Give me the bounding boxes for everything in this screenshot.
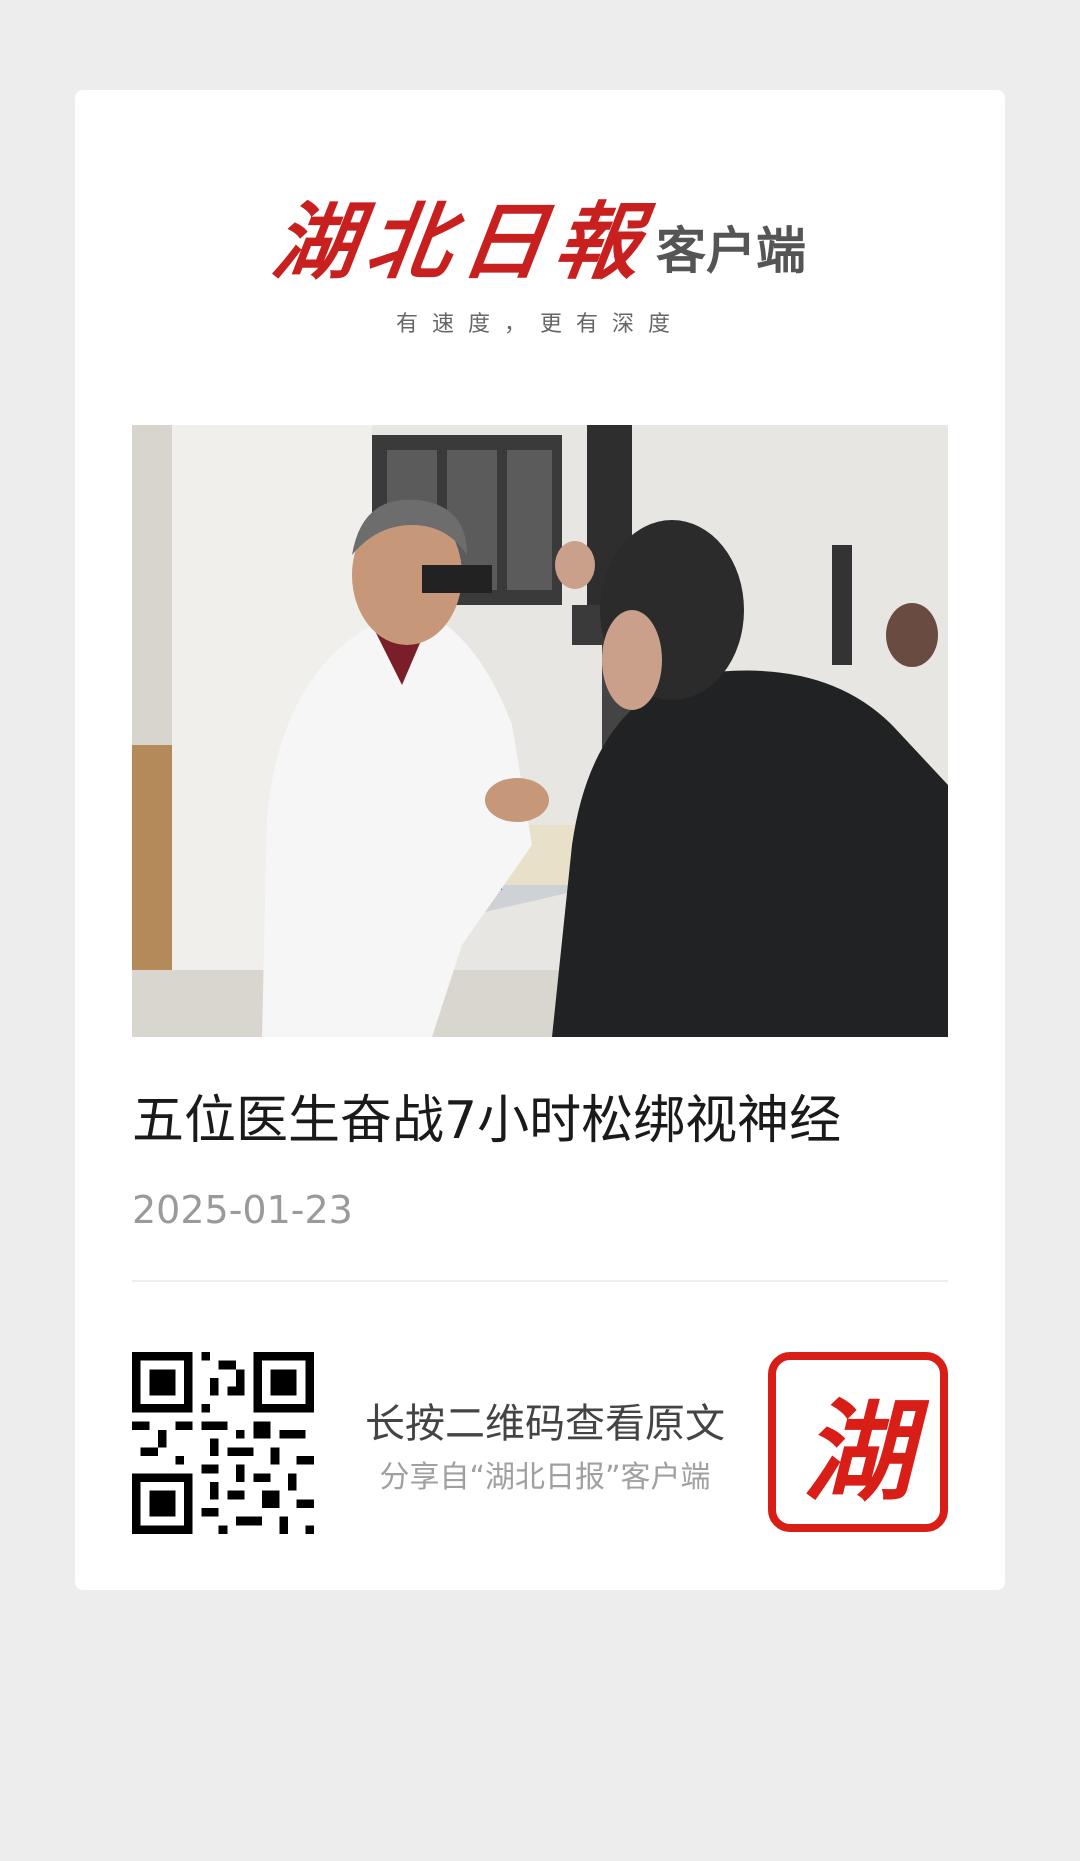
article-title: 五位医生奋战7小时松绑视神经: [132, 1091, 842, 1151]
footer-text: 长按二维码查看原文 分享自“湖北日报”客户端: [355, 1400, 735, 1496]
brand-slogan: 有速度，更有深度: [395, 312, 684, 337]
article-photo-illustration: [132, 425, 948, 1037]
share-source: 分享自“湖北日报”客户端: [379, 1460, 711, 1495]
article-date: 2025-01-23: [132, 1188, 353, 1232]
brand-logo-main: 湖北日報: [267, 192, 658, 291]
brand-logo-sub: 客户端: [656, 221, 806, 280]
article-photo: [132, 425, 948, 1037]
brand-seal-icon: 湖: [768, 1352, 948, 1532]
brand-header: 湖北日報 客户端 有速度，更有深度: [75, 192, 1005, 338]
divider: [132, 1280, 948, 1282]
brand-logo: 湖北日報 客户端: [267, 192, 806, 291]
qr-code-icon: [132, 1352, 314, 1534]
qr-hint: 长按二维码查看原文: [365, 1401, 725, 1447]
qr-code[interactable]: [132, 1352, 314, 1534]
share-card: 湖北日報 客户端 有速度，更有深度 五位医生奋战7小时松绑视神经 2025-01…: [75, 90, 1005, 1590]
